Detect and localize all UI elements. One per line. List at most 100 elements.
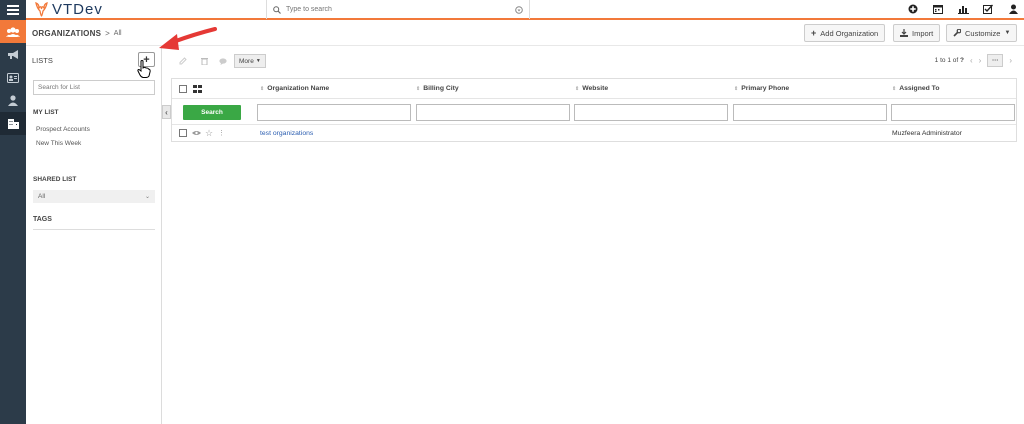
row-checkbox[interactable]: [179, 125, 187, 141]
page-of-label: of: [952, 57, 959, 64]
more-vertical-icon[interactable]: ⋮: [218, 125, 225, 141]
edit-icon[interactable]: [178, 54, 188, 68]
import-label: Import: [912, 28, 934, 38]
filter-website[interactable]: [574, 104, 728, 121]
top-bar: VTDev: [26, 0, 1024, 20]
calendar-icon[interactable]: [931, 2, 945, 16]
prev-page-icon[interactable]: ‹: [970, 56, 973, 65]
nav-building-icon[interactable]: [0, 112, 26, 135]
filter-organization-name[interactable]: [257, 104, 411, 121]
column-label: Website: [582, 85, 609, 92]
search-icon: [273, 5, 281, 14]
table-row[interactable]: ☆ ⋮ test organizations Muzfeera Administ…: [172, 125, 1016, 141]
collapse-panel-icon[interactable]: ‹: [162, 105, 171, 119]
column-label: Primary Phone: [741, 85, 790, 92]
tags-divider: [33, 229, 155, 230]
filter-billing-city[interactable]: [416, 104, 570, 121]
chevron-down-icon: ⌄: [144, 194, 150, 200]
tags-heading: TAGS: [33, 216, 52, 223]
my-list-item[interactable]: New This Week: [36, 140, 81, 147]
column-header-organization-name[interactable]: ⇕ Organization Name: [260, 79, 329, 98]
nav-contact-card-icon[interactable]: [0, 66, 26, 89]
assigned-to-value: Muzfeera Administrator: [892, 129, 962, 137]
add-organization-button[interactable]: + Add Organization: [804, 24, 886, 42]
list-action-bar: More ▼ 1 to 1 of ? ‹ › ··· ›: [162, 46, 1024, 76]
breadcrumb-current: All: [113, 30, 122, 37]
caret-down-icon: ▼: [1004, 30, 1011, 36]
hamburger-menu-icon[interactable]: [0, 0, 26, 20]
customize-button[interactable]: Customize ▼: [946, 24, 1018, 42]
sort-icon: ⇕: [734, 85, 739, 92]
lists-title: LISTS: [32, 56, 53, 65]
global-search[interactable]: [266, 0, 530, 19]
more-actions-button[interactable]: More ▼: [234, 54, 266, 68]
column-config-icon[interactable]: [193, 79, 202, 98]
filter-row: Search: [172, 99, 1016, 125]
hand-cursor-icon: [137, 60, 151, 78]
shared-list-value: All: [38, 193, 46, 200]
global-search-input[interactable]: [286, 6, 510, 13]
sort-icon: ⇕: [892, 85, 897, 92]
plus-icon: +: [811, 28, 817, 38]
lists-panel: LISTS + MY LIST Prospect Accounts New Th…: [26, 46, 162, 424]
column-header-website[interactable]: ⇕ Website: [575, 79, 608, 98]
eye-icon[interactable]: [192, 125, 201, 141]
shared-list-select[interactable]: All ⌄: [33, 190, 155, 203]
column-header-primary-phone[interactable]: ⇕ Primary Phone: [734, 79, 789, 98]
customize-label: Customize: [965, 28, 1001, 38]
organization-name-link[interactable]: test organizations: [260, 125, 313, 141]
sort-icon: ⇕: [575, 85, 580, 92]
app-title: VTDev: [52, 1, 103, 18]
table-header-row: ⇕ Organization Name ⇕ Billing City ⇕ Websit…: [172, 79, 1016, 99]
caret-down-icon: ▼: [255, 58, 261, 64]
sort-icon: ⇕: [416, 85, 421, 92]
star-icon[interactable]: ☆: [205, 125, 213, 141]
vtiger-logo-icon: [35, 2, 48, 17]
add-organization-label: Add Organization: [820, 28, 879, 38]
page-jump-button[interactable]: ···: [987, 54, 1004, 67]
shared-list-heading: SHARED LIST: [33, 176, 77, 183]
filter-primary-phone[interactable]: [733, 104, 887, 121]
top-icons: [906, 2, 1020, 16]
search-button[interactable]: Search: [183, 105, 241, 120]
next-arrow-icon[interactable]: ›: [1009, 56, 1012, 65]
list-search-input[interactable]: [33, 80, 155, 95]
select-all-checkbox[interactable]: [179, 79, 187, 98]
comment-icon[interactable]: [218, 54, 228, 68]
column-header-billing-city[interactable]: ⇕ Billing City: [416, 79, 459, 98]
left-nav-rail: [0, 0, 26, 424]
column-label: Organization Name: [267, 85, 330, 92]
search-options-icon[interactable]: [515, 5, 523, 14]
filter-assigned-to[interactable]: [891, 104, 1015, 121]
breadcrumb: ORGANIZATIONS > All: [32, 29, 122, 38]
reports-chart-icon[interactable]: [956, 2, 970, 16]
next-page-icon[interactable]: ›: [979, 56, 982, 65]
delete-icon[interactable]: [199, 54, 209, 68]
annotation-arrow-icon: [159, 27, 217, 50]
page-total[interactable]: ?: [960, 57, 964, 64]
organizations-table: ⇕ Organization Name ⇕ Billing City ⇕ Websit…: [171, 78, 1017, 142]
user-profile-icon[interactable]: [1006, 2, 1020, 16]
quick-create-icon[interactable]: [906, 2, 920, 16]
my-list-item[interactable]: Prospect Accounts: [36, 126, 90, 133]
breadcrumb-module[interactable]: ORGANIZATIONS: [32, 29, 101, 38]
app-logo[interactable]: VTDev: [35, 1, 103, 18]
import-button[interactable]: Import: [893, 24, 941, 42]
page-to: 1: [947, 57, 951, 64]
my-list-heading: MY LIST: [33, 109, 59, 116]
page-from: 1: [934, 57, 939, 64]
nav-users-icon[interactable]: [0, 20, 26, 43]
nav-person-icon[interactable]: [0, 89, 26, 112]
more-label: More: [239, 57, 254, 65]
column-label: Assigned To: [899, 85, 940, 92]
download-icon: [900, 29, 908, 37]
nav-megaphone-icon[interactable]: [0, 43, 26, 66]
wrench-icon: [953, 29, 961, 37]
column-header-assigned-to[interactable]: ⇕ Assigned To: [892, 79, 939, 98]
pagination-text: 1 to 1 of ?: [935, 57, 964, 64]
tasks-checkbox-icon[interactable]: [981, 2, 995, 16]
column-label: Billing City: [423, 85, 459, 92]
sort-icon: ⇕: [260, 85, 265, 92]
page-to-label: to: [940, 57, 946, 64]
breadcrumb-separator: >: [105, 29, 110, 38]
